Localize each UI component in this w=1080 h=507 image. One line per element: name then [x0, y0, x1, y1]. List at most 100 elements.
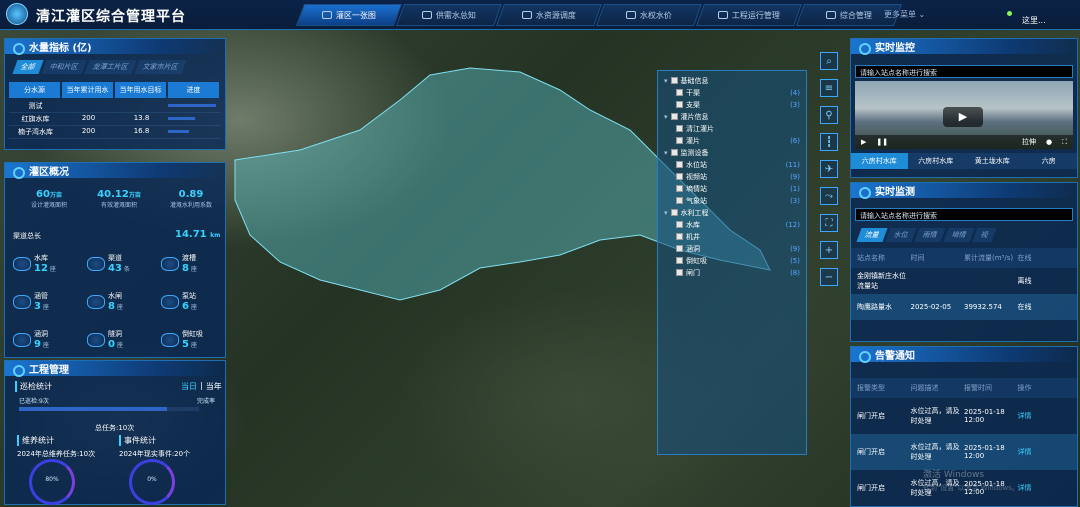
flight-icon[interactable]: ✈: [820, 160, 838, 178]
tree-node[interactable]: 干渠 (4): [664, 87, 800, 98]
pause-icon[interactable]: ❚❚: [876, 138, 888, 146]
district-tab-3[interactable]: 文家市片区: [134, 60, 187, 74]
tree-node[interactable]: 闸门 (8): [664, 267, 800, 278]
play-button[interactable]: ▶: [943, 107, 983, 127]
tree-checkbox[interactable]: [676, 221, 683, 228]
zoom-in-icon[interactable]: +: [820, 241, 838, 259]
tab-today[interactable]: 当日: [181, 381, 197, 392]
alarm-detail-link[interactable]: 详情: [1018, 483, 1072, 493]
facility-label: 水库: [34, 254, 48, 262]
tree-node[interactable]: 水库 (12): [664, 219, 800, 230]
alarm-cell-type: 闸门开启: [857, 484, 885, 492]
nav-item-1[interactable]: 供需水总知: [395, 4, 503, 26]
monitor-search-input[interactable]: 请输入站点名称进行搜索: [855, 65, 1073, 78]
tree-node[interactable]: 支渠 (3): [664, 99, 800, 110]
tree-node[interactable]: 气象站 (3): [664, 195, 800, 206]
facility-item[interactable]: 倒虹吸 5 座: [161, 329, 203, 350]
tree-node[interactable]: ▾ 灌片信息: [664, 111, 800, 122]
tree-checkbox[interactable]: [676, 89, 683, 96]
measure-tab-4[interactable]: 视: [972, 228, 997, 242]
tree-expand-icon[interactable]: ▾: [664, 77, 668, 85]
facility-item[interactable]: 渡槽 8 座: [161, 253, 197, 274]
facility-item[interactable]: 水闸 8 座: [87, 291, 123, 312]
measure-row[interactable]: 金刚镇新庄水位流量站 离线: [851, 268, 1077, 294]
fullscreen-icon[interactable]: ⛶: [820, 214, 838, 232]
tree-node[interactable]: 水位站 (11): [664, 159, 800, 170]
alarm-detail-link[interactable]: 详情: [1018, 447, 1072, 457]
tree-checkbox[interactable]: [676, 185, 683, 192]
tree-node[interactable]: 视频站 (9): [664, 171, 800, 182]
nav-item-2[interactable]: 水资源调度: [495, 4, 603, 26]
monitor-tab-0[interactable]: 六房村水库: [851, 153, 908, 169]
tree-checkbox[interactable]: [670, 77, 678, 84]
tree-checkbox[interactable]: [670, 149, 678, 156]
measure-tab-3[interactable]: 墒情: [943, 228, 975, 242]
alarm-detail-link[interactable]: 详情: [1018, 411, 1072, 421]
tree-checkbox[interactable]: [676, 101, 683, 108]
monitor-tab-2[interactable]: 黄土垅水库: [964, 153, 1021, 169]
measure-search-input[interactable]: 请输入站点名称进行搜索: [855, 208, 1073, 221]
tree-checkbox[interactable]: [676, 269, 683, 276]
tree-checkbox[interactable]: [676, 245, 683, 252]
facility-item[interactable]: 隧洞 0 座: [87, 329, 123, 350]
facility-item[interactable]: 渠道 43 条: [87, 253, 130, 274]
tree-expand-icon[interactable]: ▾: [664, 149, 668, 157]
tree-node[interactable]: 清江灌片: [664, 123, 800, 134]
tree-node[interactable]: ▾ 监测设备: [664, 147, 800, 158]
tree-node[interactable]: 机井: [664, 231, 800, 242]
district-tab-0[interactable]: 全部: [12, 60, 44, 74]
user-name[interactable]: 这里...: [1022, 15, 1046, 26]
fullscreen-video-icon[interactable]: ⛶: [1062, 138, 1067, 147]
tree-expand-icon[interactable]: ▾: [664, 113, 668, 121]
tree-checkbox[interactable]: [670, 209, 678, 216]
tree-node[interactable]: 倒虹吸 (5): [664, 255, 800, 266]
layers-icon[interactable]: ≡: [820, 79, 838, 97]
video-player[interactable]: ▶ ▶ ❚❚ 拉伸 ● ⛶: [855, 81, 1073, 149]
route-icon[interactable]: ⤳: [820, 187, 838, 205]
facility-item[interactable]: 水库 12 座: [13, 253, 56, 274]
monitor-tab-1[interactable]: 六房村水库: [907, 153, 964, 169]
tree-label: 清江灌片: [686, 124, 714, 133]
locate-icon[interactable]: ⚲: [820, 106, 838, 124]
tree-node[interactable]: ▾ 基础信息: [664, 75, 800, 86]
tree-checkbox[interactable]: [676, 233, 683, 240]
facility-item[interactable]: 泵站 6 座: [161, 291, 197, 312]
tree-checkbox[interactable]: [670, 113, 678, 120]
district-tab-2[interactable]: 龙潭工片区: [84, 60, 137, 74]
tree-checkbox[interactable]: [676, 161, 683, 168]
more-menu-button[interactable]: 更多菜单 ⌄: [884, 9, 925, 20]
measure-row[interactable]: 陶鹰路量水 2025-02-05 39932.574 在线: [851, 294, 1077, 320]
nav-item-3[interactable]: 水权水价: [595, 4, 703, 26]
facility-item[interactable]: 涵洞 9 座: [13, 329, 49, 350]
water-progress-cell: [168, 101, 221, 111]
facility-icon: [161, 256, 179, 271]
measure-tab-0[interactable]: 流量: [856, 228, 888, 242]
zoom-out-icon[interactable]: −: [820, 268, 838, 286]
facility-item[interactable]: 涵管 3 座: [13, 291, 49, 312]
measure-tab-2[interactable]: 雨情: [914, 228, 946, 242]
water-col-0: 分水源: [9, 82, 60, 98]
settings-icon[interactable]: ●: [1046, 138, 1052, 146]
tree-checkbox[interactable]: [676, 257, 683, 264]
tree-checkbox[interactable]: [676, 125, 683, 132]
ruler-icon[interactable]: ┇: [820, 133, 838, 151]
tree-node[interactable]: 墒情站 (1): [664, 183, 800, 194]
tree-checkbox[interactable]: [676, 197, 683, 204]
nav-item-4[interactable]: 工程运行管理: [695, 4, 803, 26]
tree-label: 视频站: [686, 172, 707, 181]
tree-node[interactable]: ▾ 水利工程: [664, 207, 800, 218]
tree-node[interactable]: 涵洞 (9): [664, 243, 800, 254]
stretch-label[interactable]: 拉伸: [1022, 137, 1036, 147]
district-tab-1[interactable]: 中和片区: [41, 60, 87, 74]
measure-tab-1[interactable]: 水位: [885, 228, 917, 242]
nav-item-0[interactable]: 灌区一张图: [295, 4, 403, 26]
tree-node[interactable]: 灌片 (6): [664, 135, 800, 146]
tree-checkbox[interactable]: [676, 173, 683, 180]
tree-expand-icon[interactable]: ▾: [664, 209, 668, 217]
search-icon[interactable]: ⌕: [820, 52, 838, 70]
tree-checkbox[interactable]: [676, 137, 683, 144]
tab-year[interactable]: 当年: [206, 381, 222, 392]
tree-label: 水库: [686, 220, 700, 229]
play-icon[interactable]: ▶: [861, 138, 866, 146]
monitor-tab-3[interactable]: 六房: [1020, 153, 1077, 169]
